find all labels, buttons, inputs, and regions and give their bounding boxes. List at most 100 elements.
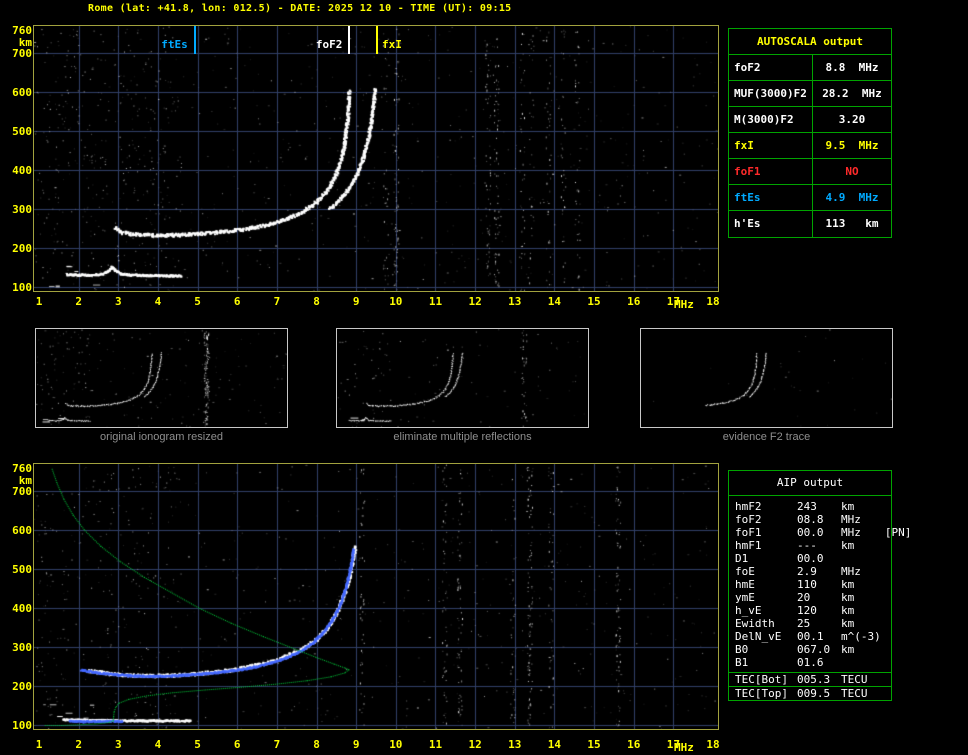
x-axis-tick-label: 13 bbox=[505, 738, 525, 751]
y-axis-tick-label: 400 bbox=[6, 164, 32, 177]
aip-row: hmF2243km bbox=[735, 500, 891, 513]
aip-value: 110 bbox=[797, 578, 841, 591]
x-axis-tick-label: 3 bbox=[108, 738, 128, 751]
x-axis-tick-label: 5 bbox=[188, 295, 208, 308]
aip-unit: km bbox=[841, 617, 854, 630]
x-axis-tick-label: 3 bbox=[108, 295, 128, 308]
autoscala-row: ftEs4.9 MHz bbox=[729, 185, 891, 211]
ionogram-top-canvas bbox=[34, 26, 718, 291]
autoscala-row: M(3000)F23.20 bbox=[729, 107, 891, 133]
aip-table-title: AIP output bbox=[729, 471, 891, 496]
aip-row: foE2.9MHz bbox=[735, 565, 891, 578]
autoscala-value: 28.2 MHz bbox=[813, 81, 891, 106]
y-axis-tick-label: 200 bbox=[6, 680, 32, 693]
aip-parameter: foF2 bbox=[735, 513, 797, 526]
aip-parameter: h_vE bbox=[735, 604, 797, 617]
aip-value: 067.0 bbox=[797, 643, 841, 656]
x-axis-tick-label: 10 bbox=[386, 295, 406, 308]
x-axis-unit-label: MHz bbox=[674, 298, 694, 311]
marker-line-foF2 bbox=[348, 26, 350, 54]
y-axis-tick-label: 500 bbox=[6, 563, 32, 576]
x-axis-tick-label: 5 bbox=[188, 738, 208, 751]
aip-unit: MHz bbox=[841, 565, 861, 578]
y-axis-tick-label: 300 bbox=[6, 641, 32, 654]
x-axis-tick-label: 16 bbox=[624, 738, 644, 751]
autoscala-parameter: MUF(3000)F2 bbox=[729, 81, 813, 106]
autoscala-value: 113 km bbox=[813, 211, 891, 237]
marker-line-fxI bbox=[376, 26, 378, 54]
x-axis-tick-label: 4 bbox=[148, 738, 168, 751]
autoscala-value: 8.8 MHz bbox=[813, 55, 891, 80]
aip-value: 20 bbox=[797, 591, 841, 604]
aip-unit: MHz bbox=[841, 526, 861, 539]
autoscala-parameter: foF2 bbox=[729, 55, 813, 80]
thumbnail-caption-no-multiples: eliminate multiple reflections bbox=[336, 431, 589, 443]
x-axis-tick-label: 18 bbox=[703, 295, 723, 308]
aip-parameter: B1 bbox=[735, 656, 797, 669]
y-axis-tick-label: 100 bbox=[6, 719, 32, 732]
aip-value: 00.0 bbox=[797, 526, 841, 539]
autoscala-value: 4.9 MHz bbox=[813, 185, 891, 210]
y-axis-tick-label: 400 bbox=[6, 602, 32, 615]
aip-parameter: D1 bbox=[735, 552, 797, 565]
x-axis-tick-label: 8 bbox=[307, 738, 327, 751]
y-axis-unit-label: km bbox=[6, 36, 32, 49]
tec-unit: TECU bbox=[841, 673, 868, 686]
autoscala-row: MUF(3000)F228.2 MHz bbox=[729, 81, 891, 107]
marker-label-fxI: fxI bbox=[382, 38, 402, 51]
marker-label-foF2: foF2 bbox=[316, 38, 343, 51]
aip-parameter: hmF2 bbox=[735, 500, 797, 513]
aip-row: Ewidth25km bbox=[735, 617, 891, 630]
aip-parameter: B0 bbox=[735, 643, 797, 656]
aip-parameter: Ewidth bbox=[735, 617, 797, 630]
aip-tec-rows: TEC[Bot]005.3TECUTEC[Top]009.5TECU bbox=[729, 672, 891, 700]
aip-row: foF208.8MHz bbox=[735, 513, 891, 526]
autoscala-parameter: ftEs bbox=[729, 185, 813, 210]
aip-value: 00.1 bbox=[797, 630, 841, 643]
aip-row: hmE110km bbox=[735, 578, 891, 591]
thumbnail-f2-trace bbox=[640, 328, 893, 428]
autoscala-parameter: M(3000)F2 bbox=[729, 107, 813, 132]
x-axis-tick-label: 15 bbox=[584, 295, 604, 308]
aip-value: --- bbox=[797, 539, 841, 552]
aip-parameter: hmF1 bbox=[735, 539, 797, 552]
aip-row: B0067.0km bbox=[735, 643, 891, 656]
tec-unit: TECU bbox=[841, 687, 868, 700]
aip-output-table: AIP output hmF2243kmfoF208.8MHzfoF100.0M… bbox=[728, 470, 892, 701]
aip-value: 00.0 bbox=[797, 552, 841, 565]
aip-unit: km bbox=[841, 578, 854, 591]
aip-value: 2.9 bbox=[797, 565, 841, 578]
y-axis-tick-label: 600 bbox=[6, 524, 32, 537]
aip-row: D100.0 bbox=[735, 552, 891, 565]
aip-unit: MHz bbox=[841, 513, 861, 526]
y-axis-tick-label: 700 bbox=[6, 47, 32, 60]
y-axis-tick-label: 600 bbox=[6, 86, 32, 99]
x-axis-tick-label: 1 bbox=[29, 738, 49, 751]
x-axis-unit-label: MHz bbox=[674, 741, 694, 754]
autoscala-output-table: AUTOSCALA output foF28.8 MHzMUF(3000)F22… bbox=[728, 28, 892, 238]
y-axis-tick-label: 300 bbox=[6, 203, 32, 216]
x-axis-tick-label: 2 bbox=[69, 738, 89, 751]
tec-value: 009.5 bbox=[797, 687, 841, 700]
autoscala-row: h'Es113 km bbox=[729, 211, 891, 237]
aip-parameter: DelN_vE bbox=[735, 630, 797, 643]
aip-note: [PN] bbox=[885, 526, 912, 539]
x-axis-tick-label: 18 bbox=[703, 738, 723, 751]
thumbnail-caption-f2-trace: evidence F2 trace bbox=[640, 431, 893, 443]
thumbnail-no-multiples bbox=[336, 328, 589, 428]
aip-value: 120 bbox=[797, 604, 841, 617]
x-axis-tick-label: 7 bbox=[267, 295, 287, 308]
tec-parameter: TEC[Bot] bbox=[735, 673, 797, 686]
autoscala-row: fxI9.5 MHz bbox=[729, 133, 891, 159]
x-axis-tick-label: 6 bbox=[227, 295, 247, 308]
marker-label-ftEs: ftEs bbox=[161, 38, 188, 51]
ionogram-plot-top bbox=[33, 25, 719, 292]
aip-tec-row: TEC[Bot]005.3TECU bbox=[729, 672, 891, 686]
autoscala-parameter: h'Es bbox=[729, 211, 813, 237]
aip-unit: km bbox=[841, 539, 854, 552]
x-axis-tick-label: 4 bbox=[148, 295, 168, 308]
aip-parameter: foF1 bbox=[735, 526, 797, 539]
aip-table-body: hmF2243kmfoF208.8MHzfoF100.0MHz[PN]hmF1-… bbox=[729, 496, 891, 672]
y-axis-tick-label: 500 bbox=[6, 125, 32, 138]
aip-value: 01.6 bbox=[797, 656, 841, 669]
